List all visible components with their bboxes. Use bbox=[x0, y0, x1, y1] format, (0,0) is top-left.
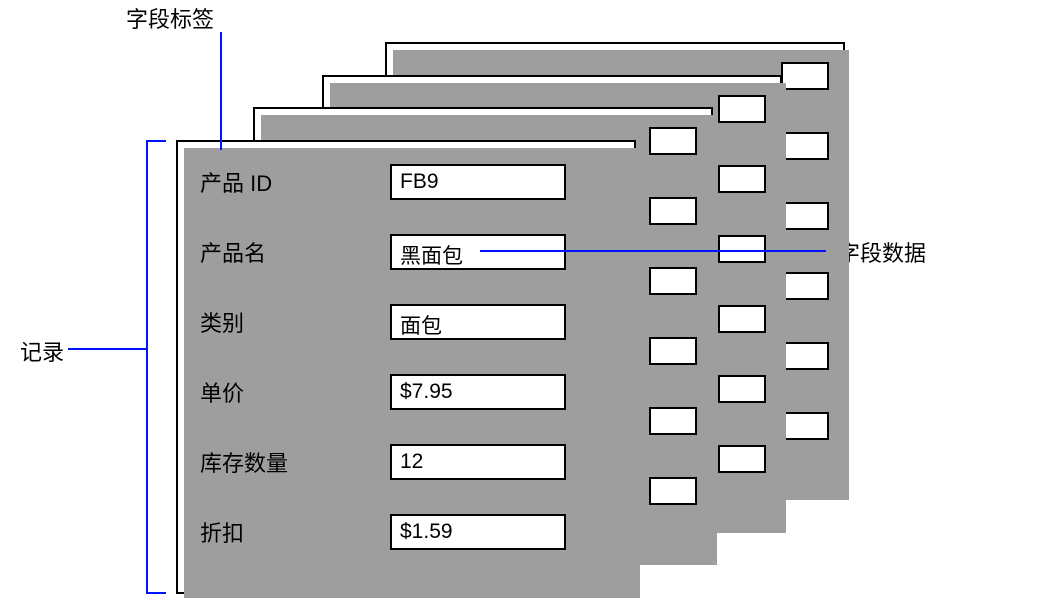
field-value: 黑面包 bbox=[390, 234, 566, 270]
ghost-field bbox=[718, 305, 766, 333]
field-value: 12 bbox=[390, 444, 566, 480]
ghost-field bbox=[649, 407, 697, 435]
field-label: 库存数量 bbox=[200, 446, 390, 478]
callout-line bbox=[220, 32, 222, 150]
ghost-field bbox=[649, 337, 697, 365]
ghost-field bbox=[781, 342, 829, 370]
ghost-field bbox=[718, 235, 766, 263]
field-value: 面包 bbox=[390, 304, 566, 340]
field-label: 产品名 bbox=[200, 236, 390, 268]
field-value: FB9 bbox=[390, 164, 566, 200]
callout-line bbox=[68, 348, 146, 350]
callout-line bbox=[146, 592, 166, 594]
callout-field-label: 字段标签 bbox=[126, 2, 214, 34]
field-label: 单价 bbox=[200, 376, 390, 408]
field-row: 产品名 黑面包 bbox=[200, 234, 618, 270]
callout-line bbox=[480, 250, 826, 252]
ghost-field bbox=[781, 62, 829, 90]
field-row: 库存数量 12 bbox=[200, 444, 618, 480]
ghost-field bbox=[649, 267, 697, 295]
field-row: 折扣 $1.59 bbox=[200, 514, 618, 550]
callout-line bbox=[146, 140, 166, 142]
ghost-field bbox=[718, 165, 766, 193]
callout-field-data: 字段数据 bbox=[838, 236, 926, 268]
ghost-field bbox=[718, 95, 766, 123]
ghost-field bbox=[781, 202, 829, 230]
ghost-field bbox=[718, 375, 766, 403]
ghost-field bbox=[781, 132, 829, 160]
field-row: 类别 面包 bbox=[200, 304, 618, 340]
field-row: 单价 $7.95 bbox=[200, 374, 618, 410]
ghost-field bbox=[781, 412, 829, 440]
record-card-front: 产品 ID FB9 产品名 黑面包 类别 面包 单价 $7.95 库存数量 12… bbox=[176, 140, 636, 594]
diagram-stage: 产品 ID FB9 产品名 黑面包 类别 面包 单价 $7.95 库存数量 12… bbox=[0, 0, 1046, 612]
ghost-field bbox=[649, 197, 697, 225]
field-label: 折扣 bbox=[200, 516, 390, 548]
field-value: $7.95 bbox=[390, 374, 566, 410]
field-row: 产品 ID FB9 bbox=[200, 164, 618, 200]
field-value: $1.59 bbox=[390, 514, 566, 550]
ghost-field bbox=[718, 445, 766, 473]
callout-record: 记录 bbox=[20, 335, 64, 367]
ghost-field bbox=[649, 127, 697, 155]
field-label: 产品 ID bbox=[200, 166, 390, 198]
field-label: 类别 bbox=[200, 306, 390, 338]
ghost-field bbox=[781, 272, 829, 300]
callout-line bbox=[146, 140, 148, 594]
ghost-field bbox=[649, 477, 697, 505]
